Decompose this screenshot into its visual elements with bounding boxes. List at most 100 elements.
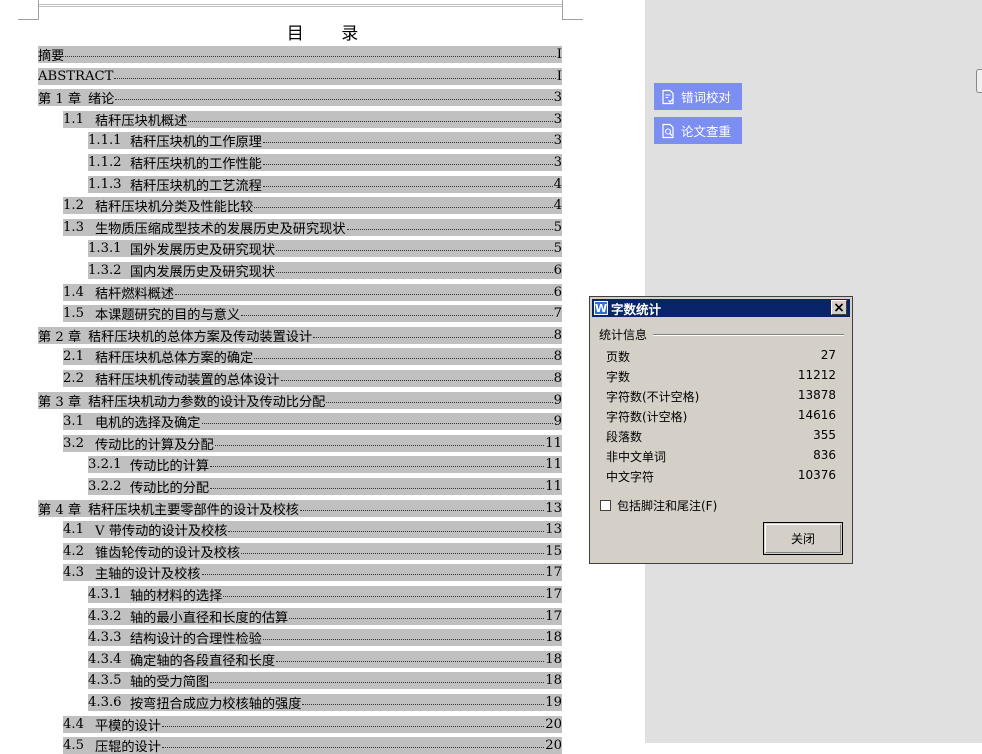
toc-entry[interactable]: 1.5 本课题研究的目的与意义 7 [63,305,562,323]
toc-entry[interactable]: 4.3.1 轴的材料的选择 17 [88,586,562,603]
toc-leader-dots [114,77,556,79]
toc-entry[interactable]: 1.1.3 秸秆压块机的工艺流程 4 [88,175,562,193]
toc-entry[interactable]: 1.3.2 国内发展历史及研究现状 6 [88,262,562,279]
toc-entry[interactable]: 4.3 主轴的设计及校核 17 [63,564,562,582]
toc-entry-page: 17 [545,565,562,581]
toc-entry[interactable]: 2.2 秸秆压块机传动装置的总体设计 8 [63,370,562,387]
toc-entry[interactable]: 4.3.2 轴的最小直径和长度的估算 17 [88,607,562,625]
word-count-dialog: W 字数统计 统计信息 页数 27 字数 11212 字符数(不计空格) 13878 字符数… [589,296,853,564]
toc-entry[interactable]: 4.3.4 确定轴的各段直径和长度 18 [88,650,562,668]
toc-entry[interactable]: 摘要 I [38,46,562,63]
stats-group-label: 统计信息 [599,328,648,342]
toc-entry[interactable]: 3.1 电机的选择及确定 9 [63,413,562,431]
toc-entry-number: 3.1 [63,414,84,430]
toc-entry[interactable]: 1.1.1 秸秆压块机的工作原理 3 [88,132,562,150]
stat-value: 27 [820,348,836,362]
toc-entry-text: 秸秆压块机的总体方案及传动装置设计 [88,329,313,344]
toc-entry-page: 20 [545,716,562,732]
toc-leader-dots [262,141,553,144]
toc-entry-number: 4.3 [63,565,84,581]
toc-leader-dots [65,55,556,57]
toc-entry-text: 传动比的计算及分配 [95,437,214,452]
header-rule [38,6,562,7]
toc-leader-dots [115,98,553,101]
toc-entry-text: 国内发展历史及研究现状 [130,265,276,279]
toc-entry[interactable]: 3.2 传动比的计算及分配 11 [63,434,562,452]
toc-leader-dots [276,660,545,662]
toc-entry[interactable]: 4.5 压辊的设计 20 [63,737,562,754]
toc-entry[interactable]: 第 3 章秸秆压块机动力参数的设计及传动比分配 9 [38,391,562,409]
toc-entry-text: 秸秆压块机的工作性能 [130,157,262,171]
stat-label: 字数 [606,370,631,384]
toc-entry[interactable]: 第 2 章秸秆压块机的总体方案及传动装置设计 8 [38,326,562,344]
stat-label: 页数 [606,350,631,364]
toc-entry[interactable]: 1.1 秸秆压块机概述 3 [63,110,562,128]
toc-entry-text: 主轴的设计及校核 [95,567,201,582]
toc-entry[interactable]: 4.3.3 结构设计的合理性检验 18 [88,629,562,647]
toc-entry-number: 4.3.4 [88,651,122,667]
toc-entry-text: 秸秆压块机总体方案的确定 [95,351,254,366]
toc-entry[interactable]: 3.2.2 传动比的分配 11 [88,478,562,495]
toc-entry-text: 秸秆压块机的工作原理 [130,135,262,150]
toc-entry-text: 秸秆压块机主要零部件的设计及校核 [88,502,299,517]
toc-entry-number: 1.4 [63,284,84,300]
toc-entry-page: 8 [553,327,562,343]
dialog-close-x-button[interactable] [831,300,847,315]
toc-entry-number: 1.3.1 [88,241,122,257]
page-corner-mark [562,0,583,20]
toc-entry-number: 4.3.6 [88,695,122,710]
toc-entry-number: 4.1 [63,522,84,538]
toc-entry[interactable]: 第 4 章秸秆压块机主要零部件的设计及校核 13 [38,499,562,517]
toc-entry-number: 4.3.5 [88,673,122,689]
plagiarism-check-button[interactable]: 论文查重 [654,117,742,144]
toc-entry-number: 1.3.2 [88,263,122,278]
toc-entry-page: 18 [545,651,562,667]
toc-entry-number: 4.4 [63,716,84,732]
scroll-edge-handle[interactable] [976,69,982,93]
wps-writer-icon: W [594,301,608,315]
toc-entry-number: 4.3.3 [88,630,122,646]
toc-entry-page: 13 [545,522,562,538]
stat-label: 段落数 [606,430,643,444]
toc-entry[interactable]: 1.4 秸杆燃料概述 6 [63,283,562,301]
proofread-button[interactable]: 错词校对 [654,83,742,110]
toc-entry-page: 5 [553,241,562,257]
toc-entry[interactable]: 3.2.1 传动比的计算 11 [88,456,562,474]
stat-value: 14616 [797,408,836,422]
toc-leader-dots [254,357,553,360]
toc-entry[interactable]: 1.3.1 国外发展历史及研究现状 5 [88,240,562,258]
toc-entry-page: 17 [545,608,562,624]
stat-label: 非中文单词 [606,450,667,464]
include-footnotes-checkbox[interactable]: 包括脚注和尾注(F) [600,497,717,514]
toc-entry[interactable]: 2.1 秸秆压块机总体方案的确定 8 [63,348,562,366]
toc-entry[interactable]: 4.1 V 带传动的设计及校核 13 [63,521,562,539]
toc-entry[interactable]: 1.2 秸秆压块机分类及性能比较 4 [63,197,562,215]
toc-entry-number: 1.1.1 [88,133,122,149]
page-corner-mark [18,0,39,20]
toc-entry-page: 4 [553,198,562,214]
toc-entry-page: 3 [553,90,562,106]
toc-entry[interactable]: 4.3.5 轴的受力简图 18 [88,672,562,690]
dialog-title: 字数统计 [611,301,662,317]
toc-entry[interactable]: 4.4 平模的设计 20 [63,715,562,733]
toc-entry[interactable]: 第 1 章绪论 3 [38,89,562,107]
toc-leader-dots [161,725,545,727]
toc-entry-number: 2.2 [63,371,84,386]
toc-entry[interactable]: 1.3 生物质压缩成型技术的发展历史及研究现状 5 [63,218,562,236]
stat-row: 页数 27 [606,348,836,366]
toc-entry-page: 3 [553,133,562,149]
toc-entry-text: 摘要 [38,49,65,63]
toc-entry[interactable]: 1.1.2 秸秆压块机的工作性能 3 [88,154,562,171]
close-button[interactable]: 关闭 [763,522,843,555]
checkbox-box[interactable] [600,500,611,511]
plagiarism-check-label: 论文查重 [681,124,732,139]
toc-entry[interactable]: ABSTRACT I [38,67,562,85]
group-divider [653,334,844,336]
toc-entry-page: 7 [553,306,562,322]
toc-entry[interactable]: 4.2 锥齿轮传动的设计及校核 15 [63,542,562,560]
stat-row: 字符数(计空格) 14616 [606,408,836,426]
dialog-titlebar[interactable]: W 字数统计 [592,299,850,317]
toc-entry[interactable]: 4.3.6 按弯扭合成应力校核轴的强度 19 [88,694,562,711]
toc-entry-text: V 带传动的设计及校核 [95,524,228,539]
toc-entry-page: 18 [545,673,562,689]
